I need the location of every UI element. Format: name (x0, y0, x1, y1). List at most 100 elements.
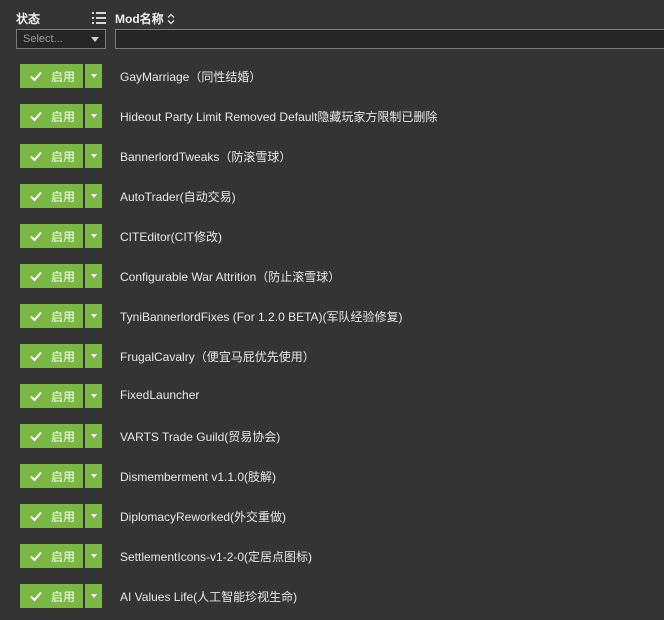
chevron-down-icon (90, 154, 97, 158)
checkmark-icon (30, 271, 42, 282)
mod-name: AI Values Life(人工智能珍视生命) (120, 590, 298, 604)
enable-button[interactable]: 启用 (20, 584, 83, 608)
status-filter-select[interactable]: Select... (16, 29, 106, 49)
mod-row: 启用 Hideout Party Limit Removed Default隐藏玩… (0, 100, 664, 140)
enable-button-label: 启用 (51, 149, 76, 164)
enable-button[interactable]: 启用 (20, 304, 83, 328)
mod-name: FrugalCavalry（便宜马屁优先使用） (120, 350, 315, 364)
checkmark-icon (30, 111, 42, 122)
mod-row: 启用 TyniBannerlordFixes (For 1.2.0 BETA)(军… (0, 300, 664, 340)
enable-dropdown-button[interactable] (85, 144, 102, 168)
enable-dropdown-button[interactable] (85, 64, 102, 88)
enable-dropdown-button[interactable] (85, 544, 102, 568)
enable-dropdown-button[interactable] (85, 584, 102, 608)
enable-button[interactable]: 启用 (20, 344, 83, 368)
chevron-down-icon (90, 314, 97, 318)
checkmark-icon (30, 431, 42, 442)
table-header: 状态 Mod名称 Select... (0, 0, 664, 56)
mod-name: AutoTrader(自动交易) (120, 190, 236, 204)
mod-name-header-label: Mod名称 (115, 12, 164, 26)
mod-name-column-header[interactable]: Mod名称 (115, 10, 175, 27)
enable-button-label: 启用 (51, 389, 76, 404)
enable-button-label: 启用 (51, 349, 76, 364)
mod-name: BannerlordTweaks（防滚雪球） (120, 150, 292, 164)
chevron-down-icon (90, 434, 97, 438)
checkmark-icon (30, 191, 42, 202)
enable-dropdown-button[interactable] (85, 504, 102, 528)
chevron-down-icon (90, 394, 97, 398)
chevron-down-icon (90, 74, 97, 78)
enable-dropdown-button[interactable] (85, 304, 102, 328)
list-view-icon[interactable] (92, 12, 106, 24)
enable-button[interactable]: 启用 (20, 384, 83, 408)
mod-name-filter-input[interactable] (115, 29, 664, 49)
enable-button[interactable]: 启用 (20, 144, 83, 168)
enable-button-label: 启用 (51, 429, 76, 444)
chevron-down-icon (90, 194, 97, 198)
mod-name: SettlementIcons-v1-2-0(定居点图标) (120, 550, 313, 564)
enable-dropdown-button[interactable] (85, 264, 102, 288)
mod-row: 启用 AutoTrader(自动交易) (0, 180, 664, 220)
status-filter-placeholder: Select... (23, 33, 63, 45)
mod-name: Configurable War Attrition（防止滚雪球） (120, 270, 341, 284)
enable-button-label: 启用 (51, 549, 76, 564)
mod-row: 启用 Dismemberment v1.1.0(肢解) (0, 460, 664, 500)
enable-dropdown-button[interactable] (85, 104, 102, 128)
mod-row: 启用 FrugalCavalry（便宜马屁优先使用） (0, 340, 664, 380)
enable-dropdown-button[interactable] (85, 224, 102, 248)
chevron-down-icon (91, 36, 99, 42)
chevron-down-icon (90, 354, 97, 358)
checkmark-icon (30, 231, 42, 242)
enable-button[interactable]: 启用 (20, 544, 83, 568)
chevron-down-icon (90, 234, 97, 238)
mod-row: 启用 FixedLauncher (0, 380, 664, 420)
mod-name: GayMarriage（同性结婚） (120, 70, 262, 84)
mod-row: 启用 DiplomacyReworked(外交重做) (0, 500, 664, 540)
chevron-down-icon (90, 514, 97, 518)
mod-row: 启用 AI Values Life(人工智能珍视生命) (0, 580, 664, 620)
enable-button-label: 启用 (51, 509, 76, 524)
enable-dropdown-button[interactable] (85, 464, 102, 488)
enable-button[interactable]: 启用 (20, 104, 83, 128)
status-column-header[interactable]: 状态 (16, 10, 40, 27)
enable-dropdown-button[interactable] (85, 344, 102, 368)
enable-button[interactable]: 启用 (20, 424, 83, 448)
checkmark-icon (30, 591, 42, 602)
checkmark-icon (30, 391, 42, 402)
mod-row: 启用 GayMarriage（同性结婚） (0, 60, 664, 100)
enable-button[interactable]: 启用 (20, 464, 83, 488)
chevron-down-icon (90, 114, 97, 118)
mod-name: FixedLauncher (120, 388, 200, 402)
checkmark-icon (30, 551, 42, 562)
checkmark-icon (30, 511, 42, 522)
enable-button-label: 启用 (51, 469, 76, 484)
enable-dropdown-button[interactable] (85, 184, 102, 208)
enable-button-label: 启用 (51, 589, 76, 604)
enable-button[interactable]: 启用 (20, 184, 83, 208)
enable-button-label: 启用 (51, 189, 76, 204)
mod-row: 启用 VARTS Trade Guild(贸易协会) (0, 420, 664, 460)
checkmark-icon (30, 471, 42, 482)
enable-button[interactable]: 启用 (20, 504, 83, 528)
chevron-down-icon (90, 274, 97, 278)
enable-dropdown-button[interactable] (85, 384, 102, 408)
enable-button-label: 启用 (51, 109, 76, 124)
mod-name: VARTS Trade Guild(贸易协会) (120, 430, 281, 444)
mod-name: CITEditor(CIT修改) (120, 230, 223, 244)
enable-button-label: 启用 (51, 69, 76, 84)
mod-row: 启用 SettlementIcons-v1-2-0(定居点图标) (0, 540, 664, 580)
enable-button-label: 启用 (51, 269, 76, 284)
mod-name: Dismemberment v1.1.0(肢解) (120, 470, 277, 484)
mod-row: 启用 Configurable War Attrition（防止滚雪球） (0, 260, 664, 300)
enable-button[interactable]: 启用 (20, 64, 83, 88)
checkmark-icon (30, 151, 42, 162)
sort-icon[interactable] (167, 13, 175, 25)
checkmark-icon (30, 351, 42, 362)
enable-button[interactable]: 启用 (20, 224, 83, 248)
checkmark-icon (30, 71, 42, 82)
chevron-down-icon (90, 474, 97, 478)
enable-dropdown-button[interactable] (85, 424, 102, 448)
enable-button-label: 启用 (51, 309, 76, 324)
chevron-down-icon (90, 554, 97, 558)
enable-button[interactable]: 启用 (20, 264, 83, 288)
